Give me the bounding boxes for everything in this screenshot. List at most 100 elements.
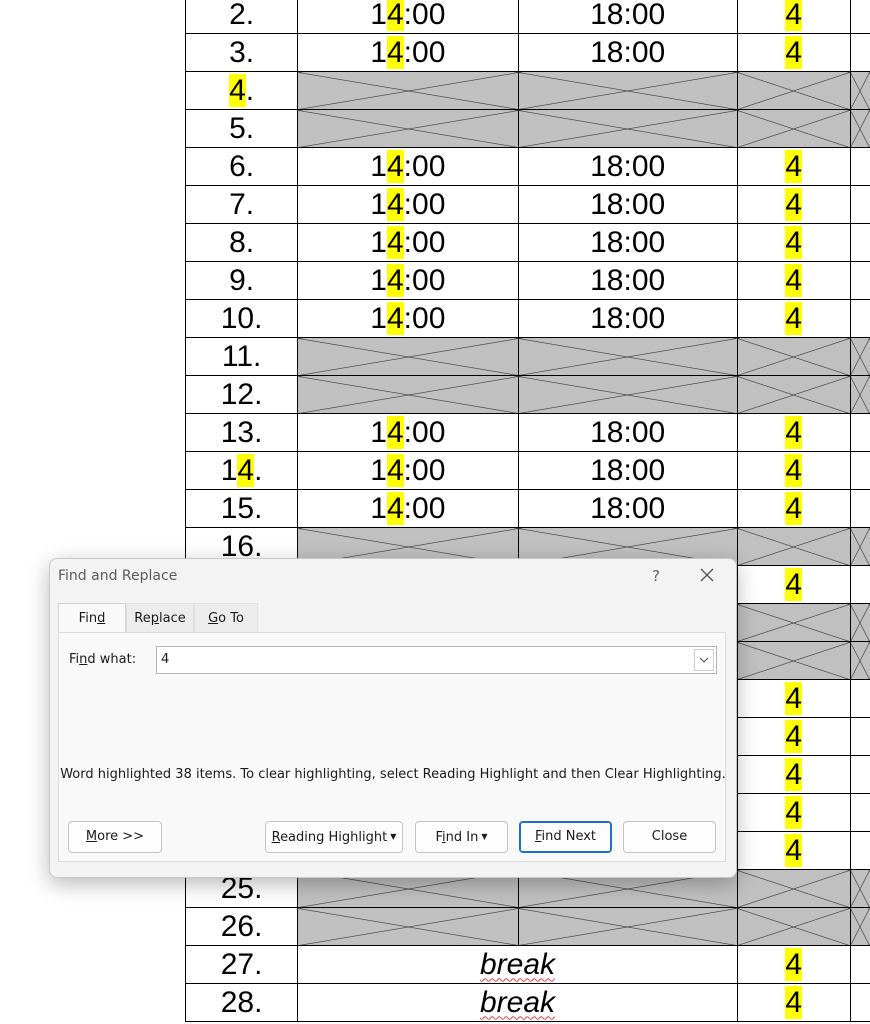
- hours-cell: 4: [736, 33, 851, 72]
- row-number-cell: 4.: [184, 71, 299, 110]
- hours-cell: 4: [736, 679, 851, 718]
- end-time-cell: 18:00: [517, 261, 738, 300]
- row-number-cell: 6.: [184, 147, 299, 186]
- hours-cell: 4: [736, 261, 851, 300]
- more-button-label: More >>: [85, 829, 145, 844]
- start-time-cell: 14:00: [297, 185, 519, 224]
- table-row: 15. 14:00 18:00 4: [184, 489, 870, 528]
- blocked-cell: [517, 71, 738, 110]
- start-time-cell: 14:00: [297, 0, 519, 34]
- search-highlight: 4: [785, 833, 803, 867]
- search-highlight: 4: [229, 73, 246, 107]
- blocked-cell: [736, 869, 851, 908]
- search-highlight: 4: [386, 225, 404, 259]
- extra-cell: [849, 945, 870, 984]
- end-time-cell: 18:00: [517, 451, 738, 490]
- tab-goto-label: Go To: [208, 611, 244, 626]
- row-number-cell: 28.: [184, 983, 299, 1022]
- blocked-cell: [297, 375, 519, 414]
- blocked-cell: [736, 907, 851, 946]
- search-highlight: 4: [386, 187, 404, 221]
- tab-replace-label: Replace: [134, 611, 186, 626]
- find-history-dropdown[interactable]: [694, 649, 714, 671]
- break-cell: break: [297, 983, 738, 1022]
- hours-cell: 4: [736, 755, 851, 794]
- hours-cell: 4: [736, 413, 851, 452]
- hours-cell: 4: [736, 147, 851, 186]
- find-what-label: Find what:: [69, 652, 137, 667]
- end-time-cell: 18:00: [517, 147, 738, 186]
- hours-cell: 4: [736, 945, 851, 984]
- end-time-cell: 18:00: [517, 223, 738, 262]
- search-highlight: 4: [237, 453, 255, 487]
- blocked-cell: [297, 337, 519, 376]
- search-highlight: 4: [386, 491, 404, 525]
- find-next-button[interactable]: Find Next: [519, 821, 612, 853]
- search-highlight: 4: [785, 263, 803, 297]
- end-time-cell: 18:00: [517, 489, 738, 528]
- end-time-cell: 18:00: [517, 0, 738, 34]
- tab-replace[interactable]: Replace: [126, 603, 194, 633]
- table-row: 7. 14:00 18:00 4: [184, 185, 870, 224]
- row-number-cell: 2.: [184, 0, 299, 34]
- search-highlight: 4: [386, 0, 404, 31]
- extra-cell: [849, 451, 870, 490]
- start-time-cell: 14:00: [297, 261, 519, 300]
- blocked-cell: [736, 641, 851, 680]
- dropdown-caret-icon: ▼: [481, 832, 488, 841]
- search-highlight: 4: [785, 453, 803, 487]
- blocked-cell: [849, 907, 870, 946]
- find-replace-dialog: Find and Replace ? Find Replace Go To Fi…: [49, 558, 737, 878]
- status-message: Word highlighted 38 items. To clear high…: [60, 767, 726, 782]
- close-icon[interactable]: [695, 563, 719, 587]
- tab-goto[interactable]: Go To: [194, 603, 258, 633]
- row-number-cell: 26.: [184, 907, 299, 946]
- extra-cell: [849, 831, 870, 870]
- blocked-cell: [736, 603, 851, 642]
- search-highlight: 4: [785, 225, 803, 259]
- dropdown-caret-icon: ▼: [390, 832, 397, 841]
- row-number-cell: 27.: [184, 945, 299, 984]
- more-button[interactable]: More >>: [68, 821, 162, 853]
- end-time-cell: 18:00: [517, 299, 738, 338]
- row-number-cell: 10.: [184, 299, 299, 338]
- blocked-cell: [297, 907, 519, 946]
- row-number-cell: 12.: [184, 375, 299, 414]
- blocked-cell: [849, 603, 870, 642]
- table-row: 8. 14:00 18:00 4: [184, 223, 870, 262]
- table-row: 9. 14:00 18:00 4: [184, 261, 870, 300]
- blocked-cell: [517, 907, 738, 946]
- search-highlight: 4: [785, 491, 803, 525]
- extra-cell: [849, 413, 870, 452]
- search-highlight: 4: [386, 263, 404, 297]
- blocked-cell: [517, 337, 738, 376]
- tab-find[interactable]: Find: [58, 603, 126, 633]
- search-highlight: 4: [386, 453, 404, 487]
- search-highlight: 4: [785, 0, 803, 31]
- extra-cell: [849, 0, 870, 34]
- search-highlight: 4: [785, 567, 803, 601]
- search-highlight: 4: [386, 415, 404, 449]
- row-number-cell: 14.: [184, 451, 299, 490]
- hours-cell: 4: [736, 565, 851, 604]
- search-highlight: 4: [386, 35, 404, 69]
- blocked-cell: [297, 109, 519, 148]
- start-time-cell: 14:00: [297, 413, 519, 452]
- hours-cell: 4: [736, 831, 851, 870]
- blocked-cell: [849, 641, 870, 680]
- chevron-down-icon: [699, 657, 709, 663]
- blocked-cell: [736, 337, 851, 376]
- end-time-cell: 18:00: [517, 33, 738, 72]
- table-row: 13. 14:00 18:00 4: [184, 413, 870, 452]
- hours-cell: 4: [736, 717, 851, 756]
- extra-cell: [849, 261, 870, 300]
- table-row: 14. 14:00 18:00 4: [184, 451, 870, 490]
- search-highlight: 4: [785, 35, 803, 69]
- find-what-input[interactable]: 4: [156, 646, 717, 674]
- extra-cell: [849, 983, 870, 1022]
- blocked-cell: [849, 527, 870, 566]
- reading-highlight-button[interactable]: Reading Highlight ▼: [265, 821, 403, 853]
- find-in-button[interactable]: Find In ▼: [415, 821, 508, 853]
- close-button[interactable]: Close: [623, 821, 716, 853]
- help-icon[interactable]: ?: [644, 565, 668, 587]
